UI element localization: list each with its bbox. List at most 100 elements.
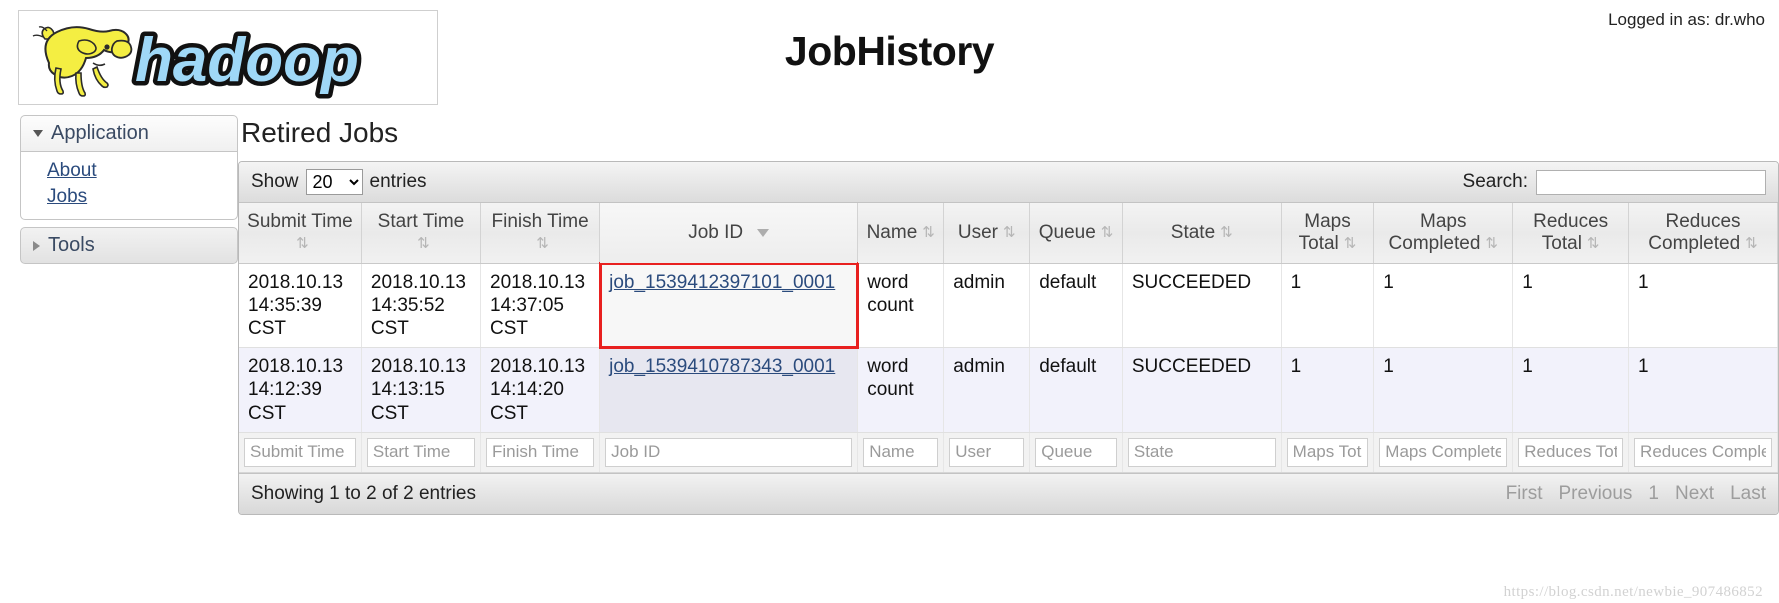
column-header-start-time[interactable]: Start Time ⇅ bbox=[361, 203, 482, 264]
global-search-control: Search: bbox=[1462, 169, 1766, 195]
cell-maps-total: 1 bbox=[1281, 263, 1375, 349]
column-header-label: Submit Time bbox=[247, 211, 353, 232]
column-header-maps-completed[interactable]: Maps Completed ⇅ bbox=[1373, 203, 1514, 264]
datatable-info: Showing 1 to 2 of 2 entries bbox=[251, 482, 476, 504]
page-length-select[interactable]: 20406080100 bbox=[305, 169, 363, 195]
column-filter-cell bbox=[239, 432, 362, 473]
page-title: JobHistory bbox=[784, 28, 995, 74]
column-header-maps-total[interactable]: Maps Total ⇅ bbox=[1281, 203, 1375, 264]
sidebar-group-application-body: About Jobs bbox=[20, 152, 238, 221]
column-filter-cell bbox=[361, 432, 482, 473]
column-filter-input-state[interactable] bbox=[1127, 437, 1276, 467]
search-label: Search: bbox=[1462, 171, 1528, 192]
sort-both-icon: ⇅ bbox=[1586, 235, 1600, 253]
cell-queue: default bbox=[1029, 263, 1123, 349]
search-input[interactable] bbox=[1536, 169, 1766, 195]
column-header-label: Start Time bbox=[377, 211, 465, 232]
column-filter-cell bbox=[1281, 432, 1375, 473]
datatable-toolbar: Show 20406080100 entries Search: bbox=[239, 162, 1778, 203]
cell-state: SUCCEEDED bbox=[1122, 347, 1282, 433]
column-filter-input-start-time[interactable] bbox=[366, 437, 476, 467]
job-id-link[interactable]: job_1539410787343_0001 bbox=[609, 356, 835, 377]
sidebar-group-tools-header[interactable]: Tools bbox=[20, 227, 238, 265]
section-title: Retired Jobs bbox=[241, 117, 399, 148]
sort-both-icon: ⇅ bbox=[1100, 224, 1114, 242]
login-status: Logged in as: dr.who bbox=[1608, 10, 1765, 29]
cell-submit-time: 2018.10.13 14:35:39 CST bbox=[239, 263, 362, 349]
cell-maps-completed: 1 bbox=[1373, 347, 1514, 433]
sort-both-icon: ⇅ bbox=[1220, 224, 1233, 242]
sort-desc-icon bbox=[757, 228, 770, 237]
pagination-1[interactable]: 1 bbox=[1648, 483, 1659, 505]
sidebar-item-jobs[interactable]: Jobs bbox=[47, 184, 227, 210]
sidebar-item-about[interactable]: About bbox=[47, 158, 227, 184]
cell-finish-time: 2018.10.13 14:14:20 CST bbox=[480, 347, 601, 433]
column-filter-input-name[interactable] bbox=[863, 437, 939, 467]
column-filter-input-queue[interactable] bbox=[1035, 437, 1117, 467]
sort-both-icon: ⇅ bbox=[296, 235, 309, 253]
column-header-state[interactable]: State ⇅ bbox=[1122, 203, 1282, 264]
column-filter-input-job-id[interactable] bbox=[605, 437, 853, 467]
column-filter-row bbox=[239, 432, 1778, 473]
page-header: hadoop hadoop JobHistory Logged in as: d… bbox=[0, 0, 1779, 115]
column-header-label: Job ID bbox=[688, 221, 744, 243]
sort-both-icon: ⇅ bbox=[1745, 235, 1758, 253]
page-length-control: Show 20406080100 entries bbox=[251, 169, 427, 195]
triangle-right-icon bbox=[33, 240, 40, 251]
pagination-previous[interactable]: Previous bbox=[1559, 483, 1633, 505]
show-label: Show bbox=[251, 171, 299, 192]
column-header-label: User bbox=[957, 221, 998, 243]
cell-maps-completed: 1 bbox=[1373, 263, 1514, 349]
column-filter-cell bbox=[1373, 432, 1514, 473]
column-header-user[interactable]: User ⇅ bbox=[943, 203, 1031, 264]
jobs-table-header-row: Submit Time ⇅ Start Time ⇅ Finish Time ⇅ Job I… bbox=[239, 203, 1778, 264]
column-filter-cell bbox=[1628, 432, 1778, 473]
cell-reduces-completed: 1 bbox=[1628, 263, 1778, 349]
table-row: 2018.10.13 14:12:39 CST 2018.10.13 14:13:… bbox=[239, 347, 1778, 433]
sort-both-icon: ⇅ bbox=[1485, 235, 1498, 253]
sort-both-icon: ⇅ bbox=[417, 235, 430, 253]
table-row: 2018.10.13 14:35:39 CST 2018.10.13 14:35:… bbox=[239, 262, 1778, 349]
pagination-first[interactable]: First bbox=[1506, 483, 1543, 505]
datatable-footer: Showing 1 to 2 of 2 entries First Previou… bbox=[239, 472, 1778, 514]
column-filter-input-maps-total[interactable] bbox=[1286, 437, 1369, 467]
cell-job-id: job_1539412397101_0001 bbox=[598, 262, 859, 349]
jobs-table-foot bbox=[239, 432, 1778, 473]
column-header-submit-time[interactable]: Submit Time ⇅ bbox=[239, 203, 362, 264]
watermark: https://blog.csdn.net/newbie_907486852 bbox=[1503, 584, 1763, 600]
pagination-next[interactable]: Next bbox=[1675, 483, 1714, 505]
column-header-queue[interactable]: Queue ⇅ bbox=[1029, 203, 1123, 264]
cell-name: word count bbox=[857, 347, 945, 433]
cell-reduces-completed: 1 bbox=[1628, 347, 1778, 433]
cell-reduces-total: 1 bbox=[1512, 347, 1630, 433]
jobs-table-body: 2018.10.13 14:35:39 CST 2018.10.13 14:35:… bbox=[239, 262, 1778, 433]
retired-jobs-datatable: Show 20406080100 entries Search: Submit bbox=[238, 161, 1779, 515]
column-filter-input-user[interactable] bbox=[949, 437, 1025, 467]
column-filter-input-reduces-completed[interactable] bbox=[1634, 437, 1772, 467]
column-filter-input-finish-time[interactable] bbox=[486, 437, 595, 467]
column-header-finish-time[interactable]: Finish Time ⇅ bbox=[480, 203, 601, 264]
column-header-label: Name bbox=[866, 221, 918, 243]
column-filter-input-reduces-total[interactable] bbox=[1518, 437, 1624, 467]
column-filter-input-submit-time[interactable] bbox=[244, 437, 356, 467]
column-header-name[interactable]: Name ⇅ bbox=[857, 203, 945, 264]
jobs-table-head: Submit Time ⇅ Start Time ⇅ Finish Time ⇅ Job I… bbox=[239, 203, 1778, 264]
sidebar: Application About Jobs Tools bbox=[20, 115, 238, 271]
column-header-reduces-total[interactable]: Reduces Total ⇅ bbox=[1512, 203, 1630, 264]
sidebar-group-application-header[interactable]: Application bbox=[20, 115, 238, 152]
column-header-job-id[interactable]: Job ID bbox=[599, 203, 859, 264]
column-header-reduces-completed[interactable]: Reduces Completed ⇅ bbox=[1628, 203, 1778, 264]
jobs-table: Submit Time ⇅ Start Time ⇅ Finish Time ⇅ Job I… bbox=[239, 203, 1778, 473]
cell-finish-time: 2018.10.13 14:37:05 CST bbox=[480, 263, 601, 349]
triangle-down-icon bbox=[33, 130, 43, 137]
main-content: Retired Jobs Show 20406080100 entries Se… bbox=[238, 115, 1779, 515]
job-id-link[interactable]: job_1539412397101_0001 bbox=[609, 272, 835, 293]
column-filter-input-maps-completed[interactable] bbox=[1379, 437, 1508, 467]
column-filter-cell bbox=[857, 432, 945, 473]
cell-job-id: job_1539410787343_0001 bbox=[599, 347, 859, 433]
sort-both-icon: ⇅ bbox=[536, 235, 549, 253]
pagination: First Previous 1 Next Last bbox=[1506, 483, 1766, 505]
column-filter-cell bbox=[1029, 432, 1123, 473]
cell-user: admin bbox=[943, 347, 1031, 433]
pagination-last[interactable]: Last bbox=[1730, 483, 1766, 505]
